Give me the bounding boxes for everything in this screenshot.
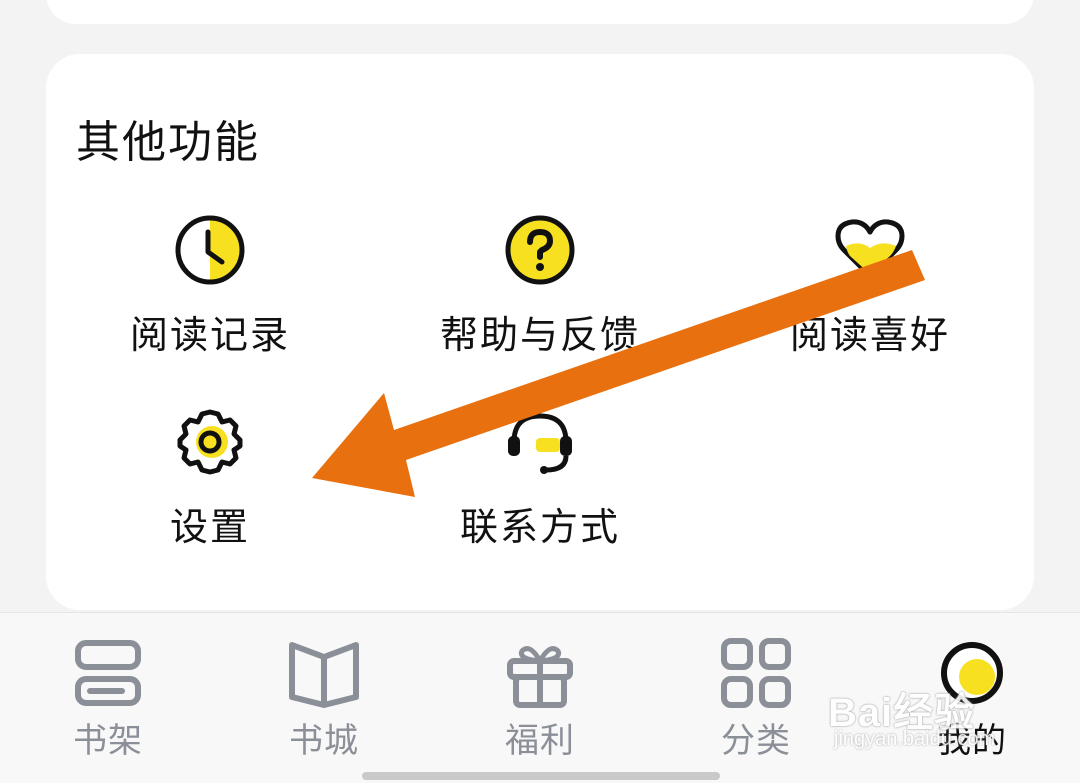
headset-icon [390,402,690,486]
tab-bookshelf[interactable]: 书架 [0,635,216,762]
reading-history-button[interactable]: 阅读记录 [60,210,360,359]
gear-icon [60,402,360,486]
help-feedback-label: 帮助与反馈 [439,313,640,357]
settings-button[interactable]: 设置 [60,402,360,551]
reading-preference-label: 阅读喜好 [789,313,950,357]
question-icon [390,210,690,294]
gift-icon [507,646,573,708]
section-title: 其他功能 [76,117,260,168]
tab-store-label: 书城 [289,721,359,761]
previous-card [46,0,1034,24]
tab-welfare-label: 福利 [505,721,575,761]
book-open-icon [289,642,359,708]
reading-history-label: 阅读记录 [129,313,290,357]
reading-preference-button[interactable]: 阅读喜好 [720,210,1020,359]
bottom-tab-bar: 书架 书城 福利 分类 我的 [0,612,1080,783]
bookshelf-icon [75,640,141,706]
tab-welfare[interactable]: 福利 [432,635,648,762]
heart-icon [720,210,1020,294]
tab-mine[interactable]: 我的 [864,635,1080,762]
contact-button[interactable]: 联系方式 [390,402,690,551]
contact-label: 联系方式 [459,505,620,549]
profile-circle-icon [941,642,1003,704]
tab-category[interactable]: 分类 [648,635,864,762]
grid-icon [721,638,791,708]
settings-label: 设置 [169,505,250,549]
tab-mine-label: 我的 [937,721,1007,761]
clock-icon [60,210,360,294]
help-feedback-button[interactable]: 帮助与反馈 [390,210,690,359]
home-indicator[interactable] [362,772,720,780]
tab-bookshelf-label: 书架 [73,721,143,761]
tab-store[interactable]: 书城 [216,635,432,762]
tab-category-label: 分类 [721,721,791,761]
